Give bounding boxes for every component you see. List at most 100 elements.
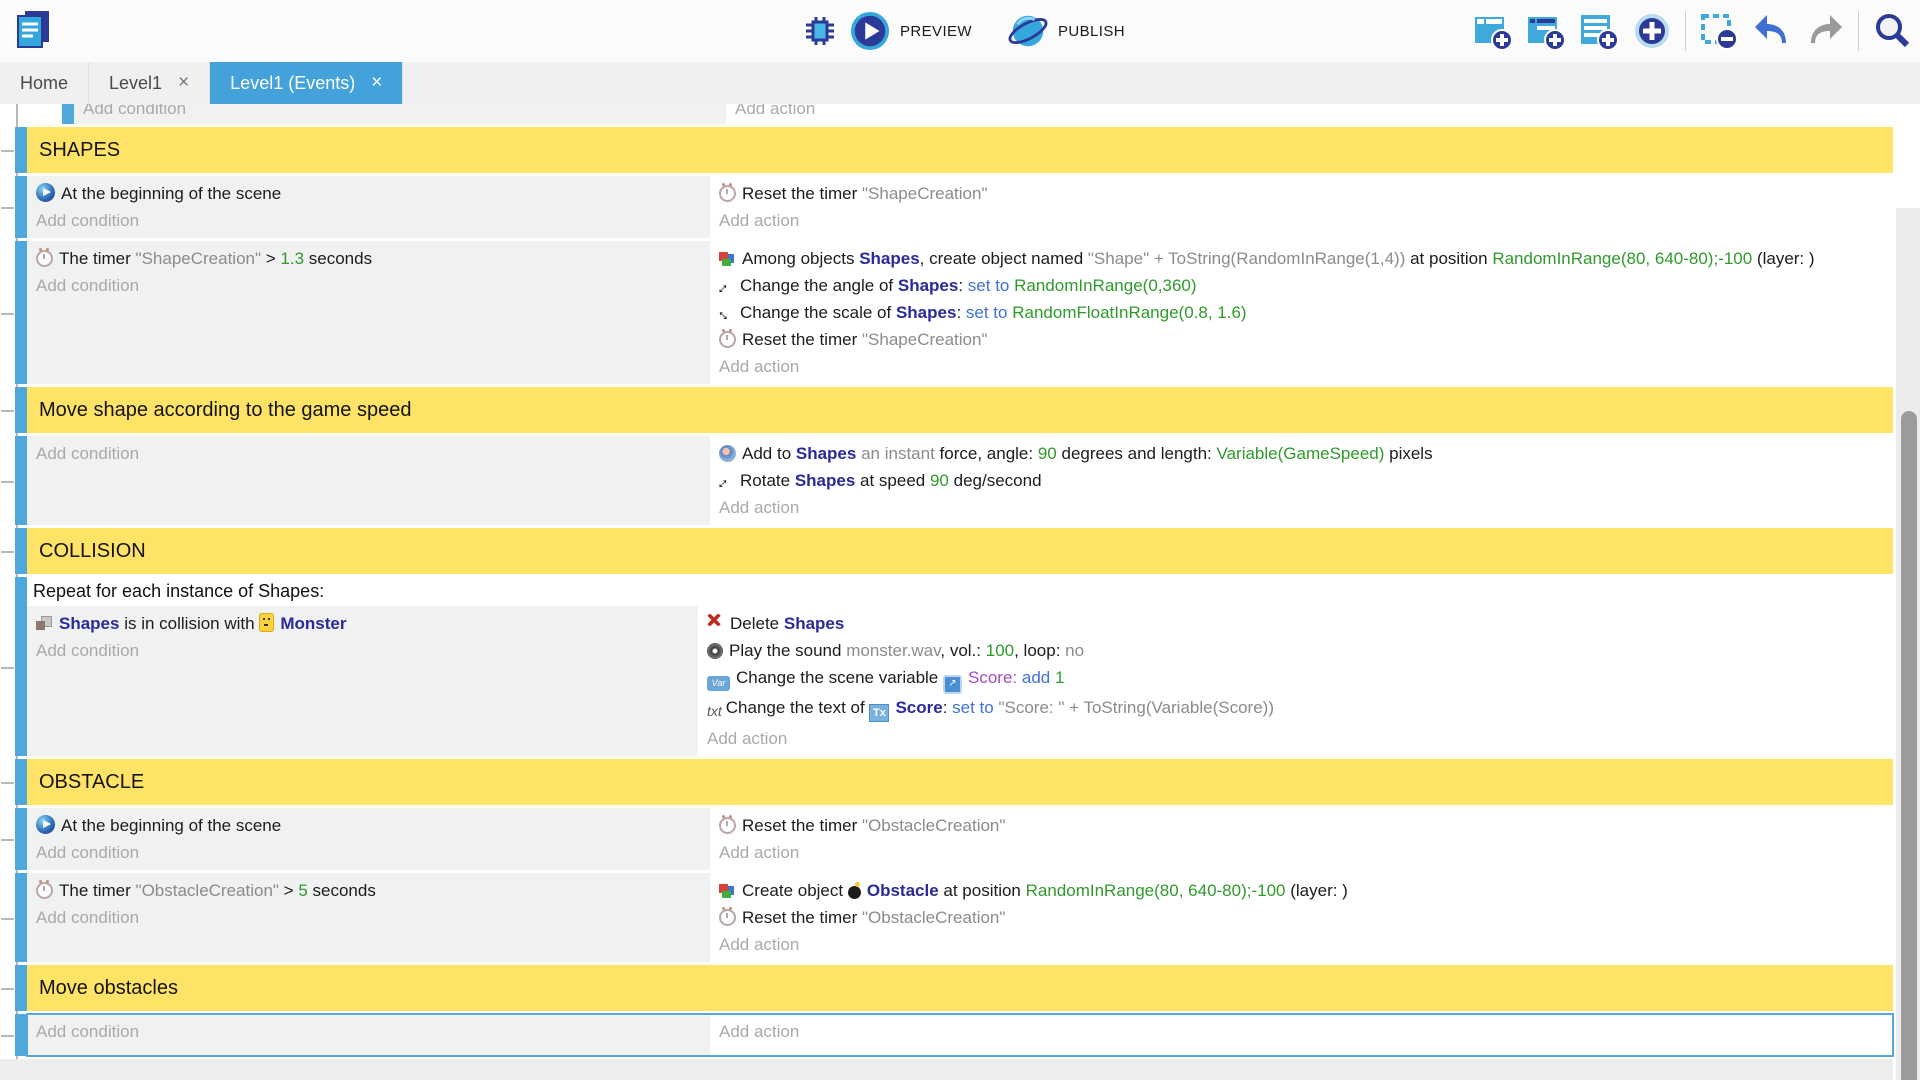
delete-selection-icon[interactable]	[1699, 11, 1739, 51]
actions-cell[interactable]: Among objects Shapes, create object name…	[710, 241, 1893, 384]
foreach-event-row[interactable]: Repeat for each instance of Shapes:Shape…	[15, 577, 1893, 756]
undo-icon[interactable]	[1752, 11, 1792, 51]
add-condition-button[interactable]: Add condition	[36, 839, 710, 866]
event-handle-bar[interactable]	[15, 873, 27, 962]
add-condition-button[interactable]: Add condition	[36, 272, 710, 299]
search-icon[interactable]	[1872, 11, 1912, 51]
event-row[interactable]: The timer "ObstacleCreation" > 5 seconds…	[15, 873, 1893, 962]
event-group-header[interactable]: Move obstacles	[15, 965, 1893, 1011]
add-condition-button[interactable]: Add condition	[36, 440, 710, 467]
event-handle-bar[interactable]	[15, 436, 27, 525]
add-action-button[interactable]: Add action	[719, 494, 1893, 521]
actions-cell[interactable]: Reset the timer "ObstacleCreation"Add ac…	[710, 808, 1893, 870]
conditions-cell[interactable]: At the beginning of the sceneAdd conditi…	[27, 808, 710, 870]
event-handle-bar[interactable]	[15, 808, 27, 870]
event-line[interactable]: Shapes is in collision with Monster	[36, 610, 698, 637]
event-group-header[interactable]: COLLISION	[15, 528, 1893, 574]
conditions-cell[interactable]: Add condition	[27, 436, 710, 525]
event-line[interactable]: Add to Shapes an instant force, angle: 9…	[719, 440, 1893, 467]
event-handle-bar[interactable]	[15, 965, 27, 1011]
event-handle-bar[interactable]	[15, 577, 27, 756]
event-handle-bar[interactable]	[15, 528, 27, 574]
publish-planet-icon[interactable]	[1008, 11, 1048, 51]
event-line[interactable]: Play the sound monster.wav, vol.: 100, l…	[707, 637, 1893, 664]
event-line[interactable]: Reset the timer "ShapeCreation"	[719, 326, 1893, 353]
group-title[interactable]: OBSTACLE	[27, 759, 1893, 805]
actions-cell[interactable]: Create object Obstacle at position Rando…	[710, 873, 1893, 962]
actions-cell[interactable]: Add action	[710, 1014, 1893, 1056]
close-icon[interactable]: ×	[371, 72, 382, 94]
event-line[interactable]: Change the scene variable Score: add 1	[707, 664, 1893, 694]
event-row[interactable]: At the beginning of the sceneAdd conditi…	[15, 808, 1893, 870]
event-group-header[interactable]: OBSTACLE	[15, 759, 1893, 805]
add-condition-button[interactable]: Add condition	[36, 207, 710, 234]
add-subevent-icon[interactable]	[1526, 11, 1566, 51]
event-row-partial[interactable]: Add condition Add action	[62, 104, 1893, 124]
add-circle-icon[interactable]	[1632, 11, 1672, 51]
event-handle-bar[interactable]	[15, 127, 27, 173]
add-comment-icon[interactable]	[1579, 11, 1619, 51]
add-action-button[interactable]: Add action	[719, 931, 1893, 958]
event-group-header[interactable]: SHAPES	[15, 127, 1893, 173]
event-handle-bar[interactable]	[15, 176, 27, 238]
tab-level1-events[interactable]: Level1 (Events) ×	[210, 62, 403, 104]
event-handle-bar[interactable]	[62, 104, 74, 124]
event-line[interactable]: Reset the timer "ObstacleCreation"	[719, 812, 1893, 839]
group-title[interactable]: COLLISION	[27, 528, 1893, 574]
event-line[interactable]: Reset the timer "ShapeCreation"	[719, 180, 1893, 207]
event-line[interactable]: Change the angle of Shapes: set to Rando…	[719, 272, 1893, 299]
add-condition-button[interactable]: Add condition	[36, 1018, 710, 1045]
redo-icon[interactable]	[1805, 11, 1845, 51]
add-condition-button[interactable]: Add condition	[36, 904, 710, 931]
add-action-button[interactable]: Add action	[719, 1018, 1893, 1045]
event-line[interactable]: Among objects Shapes, create object name…	[719, 245, 1893, 272]
publish-label[interactable]: PUBLISH	[1058, 23, 1125, 40]
add-condition-button[interactable]: Add condition	[83, 104, 726, 122]
event-line[interactable]: The timer "ShapeCreation" > 1.3 seconds	[36, 245, 710, 272]
event-line[interactable]: At the beginning of the scene	[36, 812, 710, 839]
event-row[interactable]: Add condition Add to Shapes an instant fo…	[15, 436, 1893, 525]
event-line[interactable]: Reset the timer "ObstacleCreation"	[719, 904, 1893, 931]
conditions-cell[interactable]: Add condition	[27, 1014, 710, 1056]
conditions-cell[interactable]: The timer "ObstacleCreation" > 5 seconds…	[27, 873, 710, 962]
event-handle-bar[interactable]	[15, 387, 27, 433]
event-line[interactable]: Create object Obstacle at position Rando…	[719, 877, 1893, 904]
event-line[interactable]: The timer "ObstacleCreation" > 5 seconds	[36, 877, 710, 904]
add-action-button[interactable]: Add action	[719, 353, 1893, 380]
event-line[interactable]: Change the text of Score: set to "Score:…	[707, 694, 1893, 725]
close-icon[interactable]: ×	[178, 72, 189, 94]
app-menu-icon[interactable]	[10, 6, 56, 52]
event-handle-bar[interactable]	[15, 759, 27, 805]
debug-icon[interactable]	[800, 11, 840, 51]
add-action-button[interactable]: Add action	[707, 725, 1893, 752]
foreach-header[interactable]: Repeat for each instance of Shapes:	[27, 577, 1893, 606]
event-handle-bar[interactable]	[15, 1014, 27, 1056]
event-line[interactable]: Rotate Shapes at speed 90 deg/second	[719, 467, 1893, 494]
actions-cell[interactable]: Add to Shapes an instant force, angle: 9…	[710, 436, 1893, 525]
actions-cell[interactable]: Reset the timer "ShapeCreation"Add actio…	[710, 176, 1893, 238]
conditions-cell[interactable]: Shapes is in collision with MonsterAdd c…	[27, 606, 698, 756]
event-group-header[interactable]: Move shape according to the game speed	[15, 387, 1893, 433]
event-row[interactable]: The timer "ShapeCreation" > 1.3 secondsA…	[15, 241, 1893, 384]
event-line[interactable]: Change the scale of Shapes: set to Rando…	[719, 299, 1893, 326]
add-action-button[interactable]: Add action	[719, 207, 1893, 234]
add-action-button[interactable]: Add action	[735, 104, 1893, 122]
group-title[interactable]: Move shape according to the game speed	[27, 387, 1893, 433]
event-handle-bar[interactable]	[15, 241, 27, 384]
event-line[interactable]: At the beginning of the scene	[36, 180, 710, 207]
scrollbar-thumb[interactable]	[1901, 411, 1917, 1080]
scrollbar-track[interactable]	[1896, 208, 1920, 1080]
preview-label[interactable]: PREVIEW	[900, 23, 972, 40]
add-action-button[interactable]: Add action	[719, 839, 1893, 866]
preview-play-icon[interactable]	[850, 11, 890, 51]
add-event-icon[interactable]	[1473, 11, 1513, 51]
conditions-cell[interactable]: Add condition	[74, 104, 726, 124]
tab-level1[interactable]: Level1 ×	[89, 62, 210, 104]
actions-cell[interactable]: Add action	[726, 104, 1893, 124]
conditions-cell[interactable]: The timer "ShapeCreation" > 1.3 secondsA…	[27, 241, 710, 384]
tab-home[interactable]: Home	[0, 62, 89, 104]
add-condition-button[interactable]: Add condition	[36, 637, 698, 664]
event-line[interactable]: Delete Shapes	[707, 610, 1893, 637]
event-row[interactable]: At the beginning of the sceneAdd conditi…	[15, 176, 1893, 238]
group-title[interactable]: Move obstacles	[27, 965, 1893, 1011]
